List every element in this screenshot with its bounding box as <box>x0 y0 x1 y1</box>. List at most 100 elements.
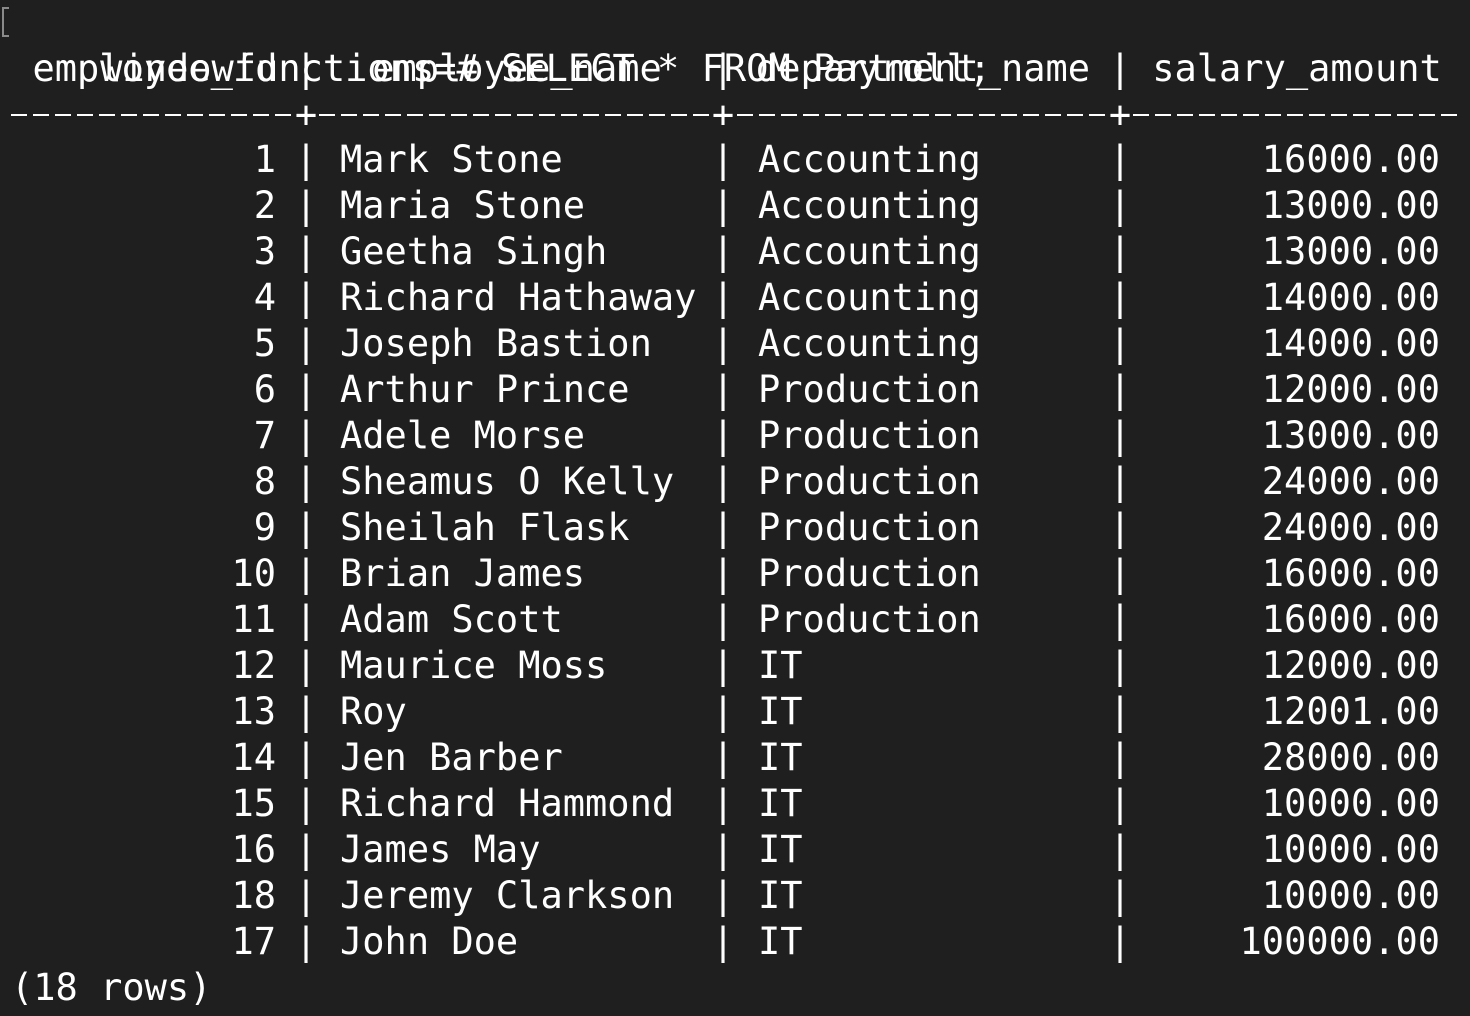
column-separator: | <box>294 460 318 503</box>
column-separator: | <box>294 276 318 319</box>
column-separator: | <box>294 782 318 825</box>
column-separator: | <box>294 47 318 90</box>
column-separator: | <box>1108 782 1132 825</box>
table-row: 13 | Roy | IT | 12001.00 <box>0 689 1470 735</box>
cell-employee-id: 10 <box>231 552 276 595</box>
header-divider <box>11 114 1461 116</box>
column-separator: | <box>711 184 735 227</box>
divider-junction: + <box>711 93 735 136</box>
cell-employee-id: 3 <box>253 230 276 273</box>
column-separator: | <box>294 552 318 595</box>
cell-employee-id: 17 <box>231 920 276 963</box>
column-separator: | <box>1108 690 1132 733</box>
cell-employee-name: John Doe <box>340 920 519 963</box>
cell-department-name: Production <box>758 368 981 411</box>
cell-employee-name: Richard Hammond <box>340 782 675 825</box>
column-separator: | <box>711 598 735 641</box>
table-row: 16 | James May | IT | 10000.00 <box>0 827 1470 873</box>
cell-department-name: IT <box>758 874 803 917</box>
cell-salary-amount: 10000.00 <box>1261 828 1440 871</box>
column-separator: | <box>294 828 318 871</box>
column-separator: | <box>711 690 735 733</box>
table-row: 17 | John Doe | IT | 100000.00 <box>0 919 1470 965</box>
cell-employee-name: Jeremy Clarkson <box>340 874 675 917</box>
column-separator: | <box>294 138 318 181</box>
cell-salary-amount: 10000.00 <box>1261 782 1440 825</box>
cell-salary-amount: 100000.00 <box>1239 920 1440 963</box>
cell-salary-amount: 13000.00 <box>1261 230 1440 273</box>
cell-salary-amount: 24000.00 <box>1261 460 1440 503</box>
cell-employee-id: 16 <box>231 828 276 871</box>
cell-department-name: IT <box>758 920 803 963</box>
cell-department-name: Accounting <box>758 230 981 273</box>
cell-salary-amount: 14000.00 <box>1261 322 1440 365</box>
cell-employee-name: Maria Stone <box>340 184 586 227</box>
cell-salary-amount: 28000.00 <box>1261 736 1440 779</box>
column-separator: | <box>711 322 735 365</box>
cell-employee-name: Mark Stone <box>340 138 563 181</box>
table-row: 1 | Mark Stone | Accounting | 16000.00 <box>0 137 1470 183</box>
cell-salary-amount: 14000.00 <box>1261 276 1440 319</box>
cell-employee-id: 9 <box>253 506 276 549</box>
cell-employee-name: Arthur Prince <box>340 368 630 411</box>
column-separator: | <box>711 644 735 687</box>
command-line[interactable]: windowfunctions=# SELECT * FROM Payroll; <box>11 0 991 90</box>
cell-employee-name: Adam Scott <box>340 598 563 641</box>
cell-employee-id: 1 <box>253 138 276 181</box>
column-separator: | <box>1108 368 1132 411</box>
cell-salary-amount: 24000.00 <box>1261 506 1440 549</box>
cell-employee-name: Jen Barber <box>340 736 563 779</box>
column-separator: | <box>711 782 735 825</box>
column-separator: | <box>1108 322 1132 365</box>
column-separator: | <box>294 736 318 779</box>
cell-department-name: IT <box>758 782 803 825</box>
cell-employee-id: 18 <box>231 874 276 917</box>
cell-department-name: Accounting <box>758 184 981 227</box>
terminal-window[interactable]: windowfunctions=# SELECT * FROM Payroll;… <box>0 0 1470 1016</box>
column-separator: | <box>1108 828 1132 871</box>
column-separator: | <box>711 230 735 273</box>
column-separator: | <box>711 414 735 457</box>
cell-department-name: IT <box>758 644 803 687</box>
cell-salary-amount: 12000.00 <box>1261 368 1440 411</box>
column-separator: | <box>711 460 735 503</box>
column-separator: | <box>711 368 735 411</box>
table-row: 4 | Richard Hathaway | Accounting | 14000.00 <box>0 275 1470 321</box>
cell-department-name: Production <box>758 460 981 503</box>
column-separator: | <box>294 368 318 411</box>
cell-employee-name: James May <box>340 828 541 871</box>
cell-department-name: Accounting <box>758 138 981 181</box>
column-separator: | <box>294 874 318 917</box>
table-row: 18 | Jeremy Clarkson | IT | 10000.00 <box>0 873 1470 919</box>
cell-employee-id: 2 <box>253 184 276 227</box>
table-row: 5 | Joseph Bastion | Accounting | 14000.00 <box>0 321 1470 367</box>
cell-employee-id: 6 <box>253 368 276 411</box>
cell-salary-amount: 13000.00 <box>1261 414 1440 457</box>
cell-department-name: IT <box>758 828 803 871</box>
cell-employee-name: Roy <box>340 690 407 733</box>
cell-salary-amount: 10000.00 <box>1261 874 1440 917</box>
divider-junction: + <box>1108 93 1132 136</box>
column-separator: | <box>294 322 318 365</box>
table-row: 7 | Adele Morse | Production | 13000.00 <box>0 413 1470 459</box>
column-separator: | <box>294 506 318 549</box>
cell-employee-name: Geetha Singh <box>340 230 608 273</box>
cell-employee-id: 12 <box>231 644 276 687</box>
table-row: 11 | Adam Scott | Production | 16000.00 <box>0 597 1470 643</box>
divider-junction: + <box>294 93 318 136</box>
column-separator: | <box>711 138 735 181</box>
column-separator: | <box>294 184 318 227</box>
column-separator: | <box>1108 552 1132 595</box>
cell-salary-amount: 12001.00 <box>1261 690 1440 733</box>
cell-employee-id: 11 <box>231 598 276 641</box>
cell-salary-amount: 16000.00 <box>1261 552 1440 595</box>
column-header-employee-id: employee_id <box>32 47 278 90</box>
table-row: 6 | Arthur Prince | Production | 12000.00 <box>0 367 1470 413</box>
column-separator: | <box>1108 230 1132 273</box>
column-separator: | <box>294 690 318 733</box>
cell-salary-amount: 12000.00 <box>1261 644 1440 687</box>
column-separator: | <box>711 47 735 90</box>
cell-department-name: Production <box>758 552 981 595</box>
column-separator: | <box>294 598 318 641</box>
cell-employee-id: 13 <box>231 690 276 733</box>
